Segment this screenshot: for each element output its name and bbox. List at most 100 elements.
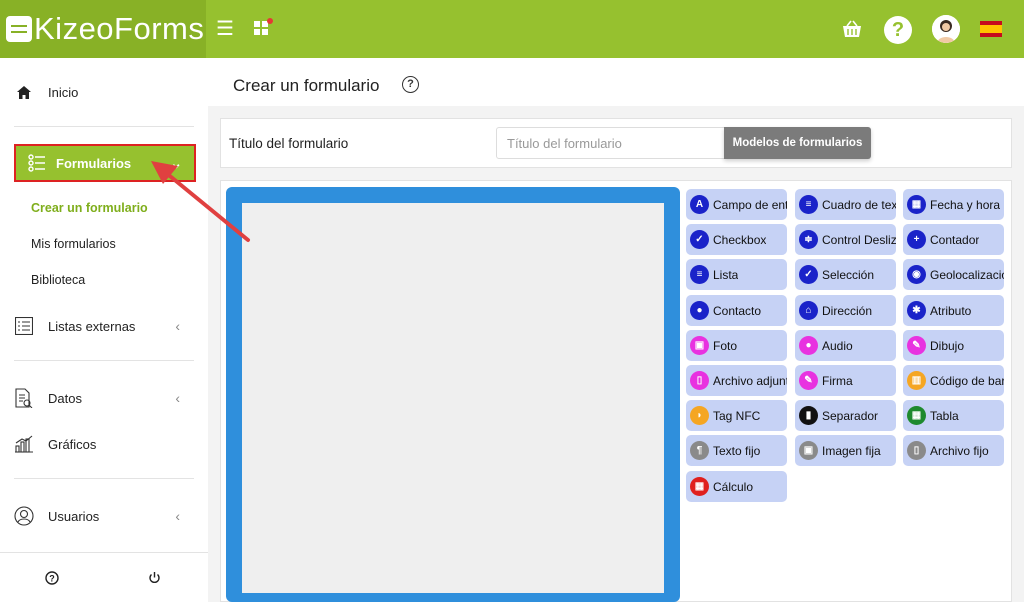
sidebar-item-listas-externas[interactable]: Listas externas ‹ <box>14 316 194 336</box>
field-button-label: Separador <box>822 408 879 423</box>
chevron-left-icon: ‹ <box>175 318 180 334</box>
field-button[interactable]: ✎ Dibujo <box>903 330 1004 361</box>
field-button[interactable]: ✓ Checkbox <box>686 224 787 255</box>
list-box-icon <box>14 316 34 336</box>
field-button-label: Audio <box>822 338 853 353</box>
field-button[interactable]: ≑ Control Deslizante <box>795 224 896 255</box>
help-icon[interactable]: ? <box>45 571 59 588</box>
logo[interactable]: KizeoForms <box>0 0 206 58</box>
menu-icon[interactable]: ☰ <box>216 19 234 39</box>
field-type-icon: ▯ <box>690 371 709 390</box>
field-button[interactable]: A Campo de entrada <box>686 189 787 220</box>
form-title-input[interactable] <box>496 127 726 159</box>
help-icon[interactable]: ? <box>884 16 912 44</box>
field-button[interactable]: ◉ Geolocalización <box>903 259 1004 290</box>
field-button-label: Checkbox <box>713 232 767 247</box>
chevron-left-icon: ‹ <box>175 508 180 524</box>
field-button[interactable]: ▯ Archivo fijo <box>903 435 1004 466</box>
field-button[interactable]: ▦ Cálculo <box>686 471 787 502</box>
page-header: Crear un formulario ? <box>208 58 1024 106</box>
form-title-label: Título del formulario <box>229 136 349 151</box>
avatar[interactable] <box>932 15 960 43</box>
field-button-label: Lista <box>713 267 739 282</box>
field-type-icon: ▯ <box>907 441 926 460</box>
field-button[interactable]: ▣ Imagen fija <box>795 435 896 466</box>
sidebar-subitem-biblioteca[interactable]: Biblioteca <box>31 273 85 287</box>
field-button-label: Campo de entrada <box>713 197 787 212</box>
field-type-icon: ≡ <box>690 265 709 284</box>
field-type-icon: ✓ <box>799 265 818 284</box>
sidebar-item-formularios[interactable]: Formularios ⌄ <box>14 144 196 182</box>
logo-icon <box>6 16 32 42</box>
svg-text:?: ? <box>49 574 55 584</box>
sidebar-item-datos[interactable]: Datos ‹ <box>14 388 194 408</box>
field-type-icon: ▦ <box>907 406 926 425</box>
field-type-icon: ≑ <box>799 230 818 249</box>
sidebar-item-inicio[interactable]: Inicio <box>14 82 194 102</box>
sidebar-item-graficos[interactable]: Gráficos <box>14 434 194 454</box>
field-button[interactable]: + Contador <box>903 224 1004 255</box>
field-button-label: Geolocalización <box>930 267 1004 282</box>
sidebar-subitem-mis-formularios[interactable]: Mis formularios <box>31 237 116 251</box>
field-button[interactable]: ⌂ Dirección <box>795 295 896 326</box>
help-icon[interactable]: ? <box>402 76 419 93</box>
form-models-button[interactable]: Modelos de formularios <box>724 127 871 159</box>
sidebar-item-label: Formularios <box>56 155 132 171</box>
field-button[interactable]: ▯ Archivo adjunto <box>686 365 787 396</box>
field-button[interactable]: ▦ Fecha y hora <box>903 189 1004 220</box>
field-button[interactable]: ▦ Tabla <box>903 400 1004 431</box>
user-icon <box>14 506 34 526</box>
sidebar-item-label: Datos <box>48 390 82 406</box>
field-button-label: Foto <box>713 338 738 353</box>
field-type-icon: ✎ <box>799 371 818 390</box>
field-button-label: Cuadro de texto <box>822 197 896 212</box>
field-button-label: Selección <box>822 267 875 282</box>
sidebar-footer: ? <box>0 552 208 602</box>
top-bar: KizeoForms ☰ ? <box>0 0 1024 58</box>
field-type-icon: ▦ <box>907 195 926 214</box>
page-title: Crear un formulario <box>233 76 380 95</box>
field-button[interactable]: ≡ Cuadro de texto <box>795 189 896 220</box>
field-button-label: Texto fijo <box>713 443 761 458</box>
form-canvas-dropzone[interactable] <box>242 203 664 593</box>
field-button[interactable]: ▮ Separador <box>795 400 896 431</box>
field-button-label: Control Deslizante <box>822 232 896 247</box>
form-title-row: Título del formulario Modelos de formula… <box>220 118 1012 168</box>
field-type-icon: ✎ <box>907 336 926 355</box>
sidebar-item-label: Usuarios <box>48 508 100 524</box>
field-button[interactable]: ● Contacto <box>686 295 787 326</box>
field-type-icon: ⌂ <box>799 301 818 320</box>
spain-flag[interactable] <box>980 21 1002 37</box>
document-search-icon <box>14 388 34 408</box>
field-button-label: Fecha y hora <box>930 197 1001 212</box>
field-type-icon: ¶ <box>690 441 709 460</box>
field-button[interactable]: ¶ Texto fijo <box>686 435 787 466</box>
field-button[interactable]: ✎ Firma <box>795 365 896 396</box>
field-type-icon: ◗ <box>690 406 709 425</box>
apps-icon[interactable] <box>254 18 273 37</box>
field-button-label: Firma <box>822 373 853 388</box>
basket-icon[interactable] <box>842 20 862 38</box>
field-button-label: Dibujo <box>930 338 965 353</box>
field-button[interactable]: ✱ Atributo <box>903 295 1004 326</box>
sidebar-subitem-crear[interactable]: Crear un formulario <box>31 201 148 215</box>
field-button[interactable]: ≡ Lista <box>686 259 787 290</box>
field-button-label: Archivo adjunto <box>713 373 787 388</box>
field-button[interactable]: ● Audio <box>795 330 896 361</box>
field-type-icon: ▦ <box>690 477 709 496</box>
field-button-label: Atributo <box>930 303 972 318</box>
field-button[interactable]: ▥ Código de barras <box>903 365 1004 396</box>
field-button[interactable]: ◗ Tag NFC <box>686 400 787 431</box>
field-button-label: Dirección <box>822 303 873 318</box>
field-button[interactable]: ✓ Selección <box>795 259 896 290</box>
field-button-label: Contador <box>930 232 980 247</box>
sidebar-item-label: Gráficos <box>48 436 97 452</box>
sidebar-item-usuarios[interactable]: Usuarios ‹ <box>14 506 194 526</box>
chevron-down-icon: ⌄ <box>170 154 182 171</box>
power-icon[interactable] <box>148 571 161 587</box>
field-button[interactable]: ▣ Foto <box>686 330 787 361</box>
list-icon <box>28 154 46 172</box>
field-type-icon: ✓ <box>690 230 709 249</box>
field-type-icon: ≡ <box>799 195 818 214</box>
field-type-icon: ▣ <box>799 441 818 460</box>
